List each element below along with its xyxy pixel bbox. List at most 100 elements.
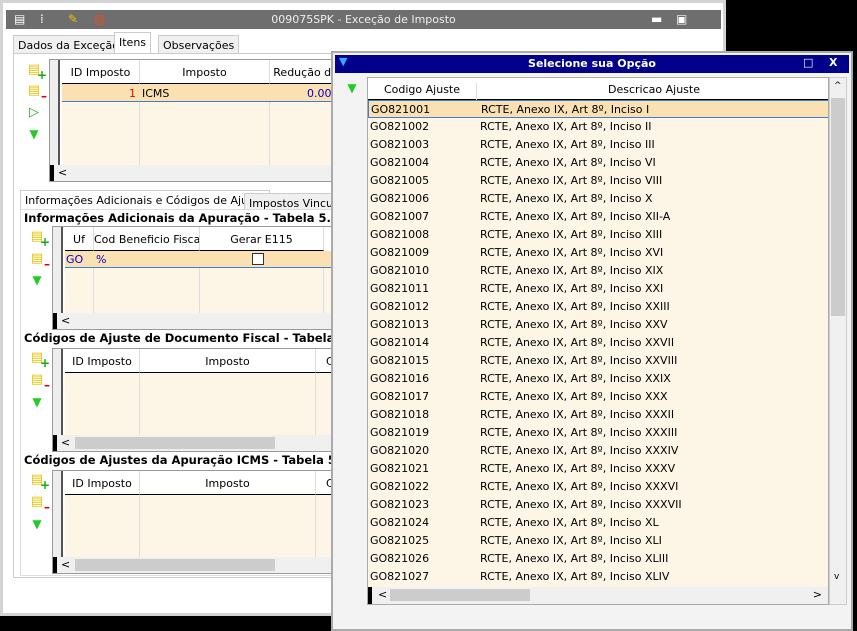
list-item[interactable]: GO821023 RCTE, Anexo IX, Art 8º, Inciso X… — [368, 496, 828, 514]
descricao-ajuste: RCTE, Anexo IX, Art 8º, Inciso XXXIV — [480, 444, 679, 457]
tab-itens[interactable]: Itens — [114, 32, 152, 54]
table-row[interactable]: GO % — [65, 251, 351, 268]
codigo-ajuste: GO821012 — [370, 300, 430, 313]
expand-icon[interactable]: ▼ — [344, 80, 360, 96]
list-item[interactable]: GO821013 RCTE, Anexo IX, Art 8º, Inciso X… — [368, 316, 828, 334]
tab-observacoes[interactable]: Observações — [158, 35, 240, 54]
list-item[interactable]: GO821017 RCTE, Anexo IX, Art 8º, Inciso X… — [368, 388, 828, 406]
descricao-ajuste: RCTE, Anexo IX, Art 8º, Inciso XIX — [480, 264, 664, 277]
list-item[interactable]: GO821022 RCTE, Anexo IX, Art 8º, Inciso X… — [368, 478, 828, 496]
horizontal-scrollbar[interactable]: < — [53, 435, 351, 451]
descricao-ajuste: RCTE, Anexo IX, Art 8º, Inciso III — [480, 138, 655, 151]
expand-icon[interactable]: ▼ — [26, 126, 42, 142]
list-item[interactable]: GO821026 RCTE, Anexo IX, Art 8º, Inciso X… — [368, 550, 828, 568]
codigo-ajuste: GO821017 — [370, 390, 430, 403]
gerar-e115-checkbox[interactable] — [252, 253, 264, 265]
list-item[interactable]: GO821018 RCTE, Anexo IX, Art 8º, Inciso X… — [368, 406, 828, 424]
remove-icon[interactable]: ▤ — [29, 251, 50, 272]
list-item[interactable]: GO821007 RCTE, Anexo IX, Art 8º, Inciso X… — [368, 208, 828, 226]
col-descricao-ajuste[interactable]: Descricao Ajuste — [478, 83, 828, 96]
codigo-ajuste: GO821016 — [370, 372, 430, 385]
table-row[interactable]: 1 ICMS 0.0000 — [62, 84, 348, 102]
list-item[interactable]: GO821024 RCTE, Anexo IX, Art 8º, Inciso X… — [368, 514, 828, 532]
list-item[interactable]: GO821003 RCTE, Anexo IX, Art 8º, Inciso I… — [368, 136, 828, 154]
list-item[interactable]: GO821019 RCTE, Anexo IX, Art 8º, Inciso X… — [368, 424, 828, 442]
horizontal-scrollbar[interactable]: < > — [368, 587, 828, 604]
list-item[interactable]: GO821027 RCTE, Anexo IX, Art 8º, Inciso X… — [368, 568, 828, 586]
codigo-ajuste: GO821007 — [370, 210, 430, 223]
list-item[interactable]: GO821006 RCTE, Anexo IX, Art 8º, Inciso X — [368, 190, 828, 208]
horizontal-scrollbar[interactable]: < — [53, 313, 351, 329]
list-item[interactable]: GO821002 RCTE, Anexo IX, Art 8º, Inciso I… — [368, 118, 828, 136]
codigo-ajuste: GO821026 — [370, 552, 430, 565]
minimize-icon[interactable]: ▬ — [651, 12, 662, 26]
edit-item-icon[interactable]: ▷ — [26, 105, 42, 121]
vertical-scrollbar[interactable]: ^ v — [829, 77, 847, 605]
col-id-imposto[interactable]: ID Imposto — [65, 349, 140, 373]
scroll-thumb[interactable] — [831, 98, 845, 316]
tab-info-adicionais[interactable]: Informações Adicionais e Códigos de Ajus… — [20, 190, 270, 210]
descricao-ajuste: RCTE, Anexo IX, Art 8º, Inciso XLIV — [480, 570, 670, 583]
col-imposto[interactable]: Imposto — [140, 349, 316, 373]
expand-icon[interactable]: ▼ — [29, 394, 45, 410]
info-adicionais-grid: Uf Cod Beneficio Fiscal Gerar E115 GO % … — [52, 226, 352, 330]
list-item[interactable]: GO821001 RCTE, Anexo IX, Art 8º, Inciso I — [368, 100, 828, 118]
col-uf[interactable]: Uf — [65, 227, 94, 251]
list-item[interactable]: GO821005 RCTE, Anexo IX, Art 8º, Inciso V… — [368, 172, 828, 190]
list-item[interactable]: GO821004 RCTE, Anexo IX, Art 8º, Inciso V… — [368, 154, 828, 172]
filter-icon[interactable]: ▼ — [339, 55, 347, 68]
remove-item-icon[interactable]: ▤ — [26, 83, 47, 104]
add-icon[interactable]: ▤ — [29, 350, 50, 371]
col-id-imposto[interactable]: ID Imposto — [62, 60, 140, 84]
codigo-ajuste: GO821014 — [370, 336, 430, 349]
remove-icon[interactable]: ▤ — [29, 494, 50, 515]
horizontal-scrollbar[interactable]: < — [53, 557, 351, 573]
codigo-ajuste: GO821022 — [370, 480, 430, 493]
col-imposto[interactable]: Imposto — [140, 471, 316, 495]
close-icon[interactable]: X — [829, 56, 837, 69]
remove-icon[interactable]: ▤ — [29, 372, 50, 393]
horizontal-scrollbar[interactable]: < — [50, 165, 348, 181]
codigo-ajuste: GO821027 — [370, 570, 430, 583]
codigo-ajuste: GO821024 — [370, 516, 430, 529]
col-id-imposto[interactable]: ID Imposto — [65, 471, 140, 495]
codigo-ajuste: GO821025 — [370, 534, 430, 547]
descricao-ajuste: RCTE, Anexo IX, Art 8º, Inciso XL — [480, 516, 659, 529]
add-item-icon[interactable]: ▤ — [26, 62, 47, 83]
list-item[interactable]: GO821016 RCTE, Anexo IX, Art 8º, Inciso X… — [368, 370, 828, 388]
col-cod-beneficio[interactable]: Cod Beneficio Fiscal — [94, 227, 200, 251]
col-codigo-ajuste[interactable]: Codigo Ajuste — [368, 83, 477, 100]
list-item[interactable]: GO821008 RCTE, Anexo IX, Art 8º, Inciso X… — [368, 226, 828, 244]
maximize-icon[interactable]: ▣ — [676, 12, 687, 26]
codigo-ajuste: GO821011 — [370, 282, 430, 295]
list-item[interactable]: GO821015 RCTE, Anexo IX, Art 8º, Inciso X… — [368, 352, 828, 370]
codigo-ajuste: GO821019 — [370, 426, 430, 439]
list-item[interactable]: GO821014 RCTE, Anexo IX, Art 8º, Inciso X… — [368, 334, 828, 352]
add-icon[interactable]: ▤ — [29, 472, 50, 493]
selection-dialog: ▼ Selecione sua Opção □ X ▼ Codigo Ajust… — [331, 51, 853, 631]
descricao-ajuste: RCTE, Anexo IX, Art 8º, Inciso XXXIII — [480, 426, 678, 439]
descricao-ajuste: RCTE, Anexo IX, Art 8º, Inciso XXXV — [480, 462, 676, 475]
list-item[interactable]: GO821012 RCTE, Anexo IX, Art 8º, Inciso X… — [368, 298, 828, 316]
list-item[interactable]: GO821021 RCTE, Anexo IX, Art 8º, Inciso X… — [368, 460, 828, 478]
add-icon[interactable]: ▤ — [29, 229, 50, 250]
col-imposto[interactable]: Imposto — [140, 60, 270, 84]
codigo-ajuste: GO821020 — [370, 444, 430, 457]
items-grid: ID Imposto Imposto Redução de Ba 1 ICMS … — [49, 59, 349, 182]
expand-icon[interactable]: ▼ — [29, 516, 45, 532]
ajuste-documento-grid: ID Imposto Imposto C < — [52, 348, 352, 452]
descricao-ajuste: RCTE, Anexo IX, Art 8º, Inciso XXI — [480, 282, 664, 295]
maximize-icon[interactable]: □ — [803, 56, 813, 69]
list-item[interactable]: GO821025 RCTE, Anexo IX, Art 8º, Inciso X… — [368, 532, 828, 550]
window-title: 009075SPK - Exceção de Imposto — [271, 13, 456, 26]
descricao-ajuste: RCTE, Anexo IX, Art 8º, Inciso XXV — [480, 318, 668, 331]
tab-dados-da-excecao[interactable]: Dados da Exceção — [13, 35, 124, 54]
list-item[interactable]: GO821011 RCTE, Anexo IX, Art 8º, Inciso X… — [368, 280, 828, 298]
list-item[interactable]: GO821020 RCTE, Anexo IX, Art 8º, Inciso X… — [368, 442, 828, 460]
descricao-ajuste: RCTE, Anexo IX, Art 8º, Inciso XVI — [480, 246, 664, 259]
descricao-ajuste: RCTE, Anexo IX, Art 8º, Inciso XXXVII — [480, 498, 682, 511]
expand-icon[interactable]: ▼ — [29, 272, 45, 288]
list-item[interactable]: GO821010 RCTE, Anexo IX, Art 8º, Inciso X… — [368, 262, 828, 280]
col-gerar-e115[interactable]: Gerar E115 — [200, 227, 324, 251]
list-item[interactable]: GO821009 RCTE, Anexo IX, Art 8º, Inciso X… — [368, 244, 828, 262]
